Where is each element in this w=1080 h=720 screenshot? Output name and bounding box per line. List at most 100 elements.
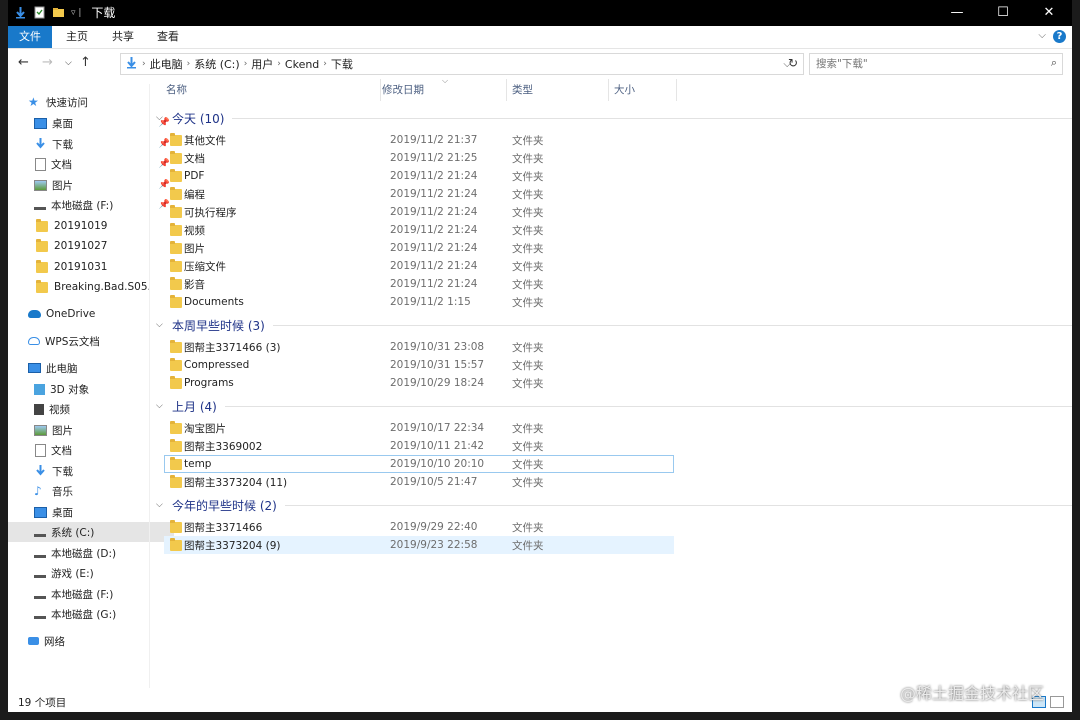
navigation-bar: ← → ⌵ ↑ › 此电脑 › 系统 (C:) › 用户 › Ckend › 下… bbox=[8, 49, 1072, 79]
list-item[interactable]: 影音 2019/11/2 21:24 文件夹 bbox=[164, 275, 674, 293]
column-divider[interactable] bbox=[506, 79, 507, 101]
folder-icon bbox=[170, 151, 182, 164]
list-item[interactable]: Documents 2019/11/2 1:15 文件夹 bbox=[164, 293, 674, 311]
list-item[interactable]: 其他文件 2019/11/2 21:37 文件夹 bbox=[164, 131, 674, 149]
list-item[interactable]: 淘宝图片 2019/10/17 22:34 文件夹 bbox=[164, 419, 674, 437]
cloud-icon bbox=[28, 310, 41, 318]
up-arrow-icon[interactable]: ↑ bbox=[80, 55, 91, 70]
download-icon bbox=[34, 465, 47, 477]
folder-icon bbox=[170, 241, 182, 254]
list-item[interactable]: Programs 2019/10/29 18:24 文件夹 bbox=[164, 374, 674, 392]
download-location-icon bbox=[125, 56, 138, 72]
help-icon[interactable]: ? bbox=[1053, 30, 1066, 43]
minimize-button[interactable]: — bbox=[934, 0, 980, 26]
ribbon-tabs: 文件 主页 共享 查看 ⌵ ? bbox=[8, 26, 1072, 49]
group-header-today[interactable]: ⌵ 今天 (10) bbox=[156, 108, 1072, 128]
list-item[interactable]: PDF 2019/11/2 21:24 文件夹 bbox=[164, 167, 674, 185]
sidebar-item-20191027[interactable]: 20191027 bbox=[8, 236, 176, 256]
list-item[interactable]: 图片 2019/11/2 21:24 文件夹 bbox=[164, 239, 674, 257]
folder-icon bbox=[36, 238, 48, 252]
recent-locations-icon[interactable]: ⌵ bbox=[65, 58, 72, 68]
tab-share[interactable]: 共享 bbox=[100, 26, 146, 48]
properties-icon[interactable] bbox=[33, 6, 46, 19]
refresh-icon[interactable]: ↻ bbox=[788, 56, 798, 70]
breadcrumb-ckend[interactable]: Ckend bbox=[281, 58, 323, 71]
list-item-hovered[interactable]: 图帮主3373204 (9) 2019/9/23 22:58 文件夹 bbox=[164, 536, 674, 554]
list-item-focused[interactable]: temp 2019/10/10 20:10 文件夹 bbox=[164, 455, 674, 473]
drive-icon bbox=[34, 590, 46, 599]
sort-chevron-icon: ⌵ bbox=[442, 76, 449, 85]
tab-home[interactable]: 主页 bbox=[54, 26, 100, 48]
column-header-type[interactable]: 类型 bbox=[512, 79, 533, 101]
tab-file[interactable]: 文件 bbox=[8, 26, 52, 48]
pane-divider[interactable] bbox=[149, 84, 150, 688]
column-header-size[interactable]: 大小 bbox=[614, 79, 635, 101]
collapse-chevron-icon[interactable]: ⌵ bbox=[156, 320, 166, 330]
folder-icon bbox=[170, 475, 182, 488]
sidebar-this-pc[interactable]: 此电脑 bbox=[8, 358, 168, 378]
forward-arrow-icon[interactable]: → bbox=[42, 55, 53, 70]
column-header-date[interactable]: 修改日期 bbox=[382, 79, 424, 101]
list-item[interactable]: Compressed 2019/10/31 15:57 文件夹 bbox=[164, 356, 674, 374]
group-header-earlier-this-year[interactable]: ⌵ 今年的早些时候 (2) bbox=[156, 495, 1072, 515]
breadcrumb-downloads[interactable]: 下载 bbox=[327, 56, 357, 72]
list-item[interactable]: 可执行程序 2019/11/2 21:24 文件夹 bbox=[164, 203, 674, 221]
explorer-window: ▿ | 下载 — ☐ ✕ 文件 主页 共享 查看 ⌵ ? ← → ⌵ ↑ › 此… bbox=[8, 0, 1072, 712]
collapse-chevron-icon[interactable]: ⌵ bbox=[156, 113, 166, 123]
title-bar: ▿ | 下载 — ☐ ✕ bbox=[8, 0, 1072, 26]
list-item[interactable]: 图帮主3371466 (3) 2019/10/31 23:08 文件夹 bbox=[164, 338, 674, 356]
sidebar-item-20191019[interactable]: 20191019 bbox=[8, 216, 176, 236]
list-item[interactable]: 图帮主3371466 2019/9/29 22:40 文件夹 bbox=[164, 518, 674, 536]
search-icon[interactable]: ⌕ bbox=[1051, 56, 1057, 70]
qat-dropdown-icon[interactable]: ▿ | bbox=[71, 8, 81, 18]
desktop-icon bbox=[34, 506, 47, 518]
large-icons-view-icon[interactable] bbox=[1050, 696, 1064, 708]
expand-ribbon-icon[interactable]: ⌵ bbox=[1038, 30, 1046, 41]
window-title: 下载 bbox=[91, 6, 116, 20]
folder-icon bbox=[170, 259, 182, 272]
folder-icon bbox=[170, 223, 182, 236]
tab-view[interactable]: 查看 bbox=[145, 26, 191, 48]
column-divider[interactable] bbox=[608, 79, 609, 101]
folder-icon bbox=[170, 538, 182, 551]
sidebar-wps[interactable]: WPS云文档 bbox=[8, 331, 168, 351]
sidebar-item-breaking-bad[interactable]: Breaking.Bad.S05. bbox=[8, 277, 176, 297]
watermark: @稀土掘金技术社区 bbox=[900, 684, 1045, 703]
collapse-chevron-icon[interactable]: ⌵ bbox=[156, 401, 166, 411]
list-item[interactable]: 编程 2019/11/2 21:24 文件夹 bbox=[164, 185, 674, 203]
folder-icon bbox=[36, 279, 48, 293]
sidebar-quick-access[interactable]: ★ 快速访问 bbox=[8, 92, 168, 112]
column-header-name[interactable]: 名称 bbox=[166, 79, 187, 101]
group-header-last-month[interactable]: ⌵ 上月 (4) bbox=[156, 396, 1072, 416]
download-icon bbox=[34, 138, 47, 150]
back-arrow-icon[interactable]: ← bbox=[18, 55, 29, 70]
breadcrumb-c-drive[interactable]: 系统 (C:) bbox=[190, 56, 243, 72]
folder-icon bbox=[170, 133, 182, 146]
list-item[interactable]: 图帮主3373204 (11) 2019/10/5 21:47 文件夹 bbox=[164, 473, 674, 491]
new-folder-icon[interactable] bbox=[52, 6, 65, 19]
address-bar[interactable]: › 此电脑 › 系统 (C:) › 用户 › Ckend › 下载 ⌵ bbox=[120, 53, 804, 75]
folder-icon bbox=[36, 259, 48, 273]
folder-icon bbox=[170, 205, 182, 218]
breadcrumb-users[interactable]: 用户 bbox=[247, 56, 277, 72]
column-divider[interactable] bbox=[380, 79, 381, 101]
sidebar-item-20191031[interactable]: 20191031 bbox=[8, 257, 176, 277]
drive-icon bbox=[34, 569, 46, 578]
sidebar-network[interactable]: 网络 bbox=[8, 631, 168, 651]
film-icon bbox=[34, 403, 44, 415]
breadcrumb-this-pc[interactable]: 此电脑 bbox=[146, 56, 187, 72]
search-box[interactable]: ⌕ bbox=[809, 53, 1063, 75]
sidebar-onedrive[interactable]: OneDrive bbox=[8, 304, 168, 324]
close-button[interactable]: ✕ bbox=[1026, 0, 1072, 26]
folder-icon bbox=[170, 457, 182, 470]
list-item[interactable]: 视频 2019/11/2 21:24 文件夹 bbox=[164, 221, 674, 239]
collapse-chevron-icon[interactable]: ⌵ bbox=[156, 500, 166, 510]
search-input[interactable] bbox=[810, 54, 1038, 74]
wps-cloud-icon bbox=[28, 337, 40, 345]
group-header-earlier-this-week[interactable]: ⌵ 本周早些时候 (3) bbox=[156, 315, 1072, 335]
column-divider[interactable] bbox=[676, 79, 677, 101]
list-item[interactable]: 图帮主3369002 2019/10/11 21:42 文件夹 bbox=[164, 437, 674, 455]
maximize-button[interactable]: ☐ bbox=[980, 0, 1026, 26]
list-item[interactable]: 压缩文件 2019/11/2 21:24 文件夹 bbox=[164, 257, 674, 275]
list-item[interactable]: 文档 2019/11/2 21:25 文件夹 bbox=[164, 149, 674, 167]
